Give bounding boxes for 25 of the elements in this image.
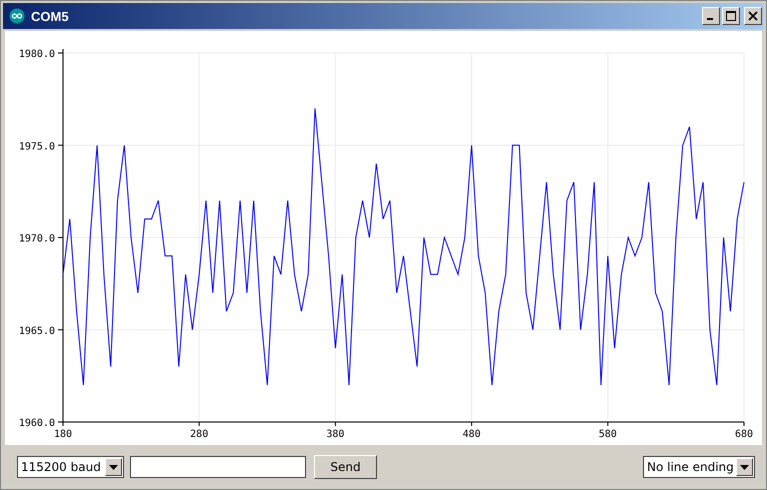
y-tick-label: 1980.0 — [18, 49, 55, 60]
send-button[interactable]: Send — [314, 455, 377, 479]
x-tick-label: 180 — [54, 429, 72, 440]
line-ending-dropdown[interactable]: No line ending — [643, 456, 755, 478]
y-tick-label: 1975.0 — [18, 141, 55, 152]
message-input-field[interactable] — [130, 456, 306, 478]
x-tick-label: 380 — [326, 429, 344, 440]
x-tick-label: 580 — [598, 429, 617, 440]
app-icon — [9, 8, 25, 24]
close-button[interactable] — [744, 7, 762, 25]
x-tick-label: 480 — [462, 429, 481, 440]
y-tick-label: 1960.0 — [18, 418, 55, 429]
y-tick-label: 1970.0 — [18, 234, 55, 244]
x-tick-label: 280 — [190, 429, 208, 440]
minimize-icon — [707, 18, 713, 20]
y-tick-label: 1965.0 — [18, 326, 55, 337]
minimize-button[interactable] — [702, 7, 720, 25]
dropdown-arrow-icon — [740, 464, 749, 470]
dropdown-arrow-icon — [109, 464, 118, 470]
close-icon — [748, 11, 758, 21]
maximize-button[interactable] — [722, 7, 740, 25]
maximize-icon — [726, 11, 736, 21]
x-tick-label: 680 — [734, 429, 754, 440]
baud-rate-dropdown[interactable]: 115200 baud — [17, 456, 124, 478]
window-title: COM5 — [31, 8, 69, 24]
